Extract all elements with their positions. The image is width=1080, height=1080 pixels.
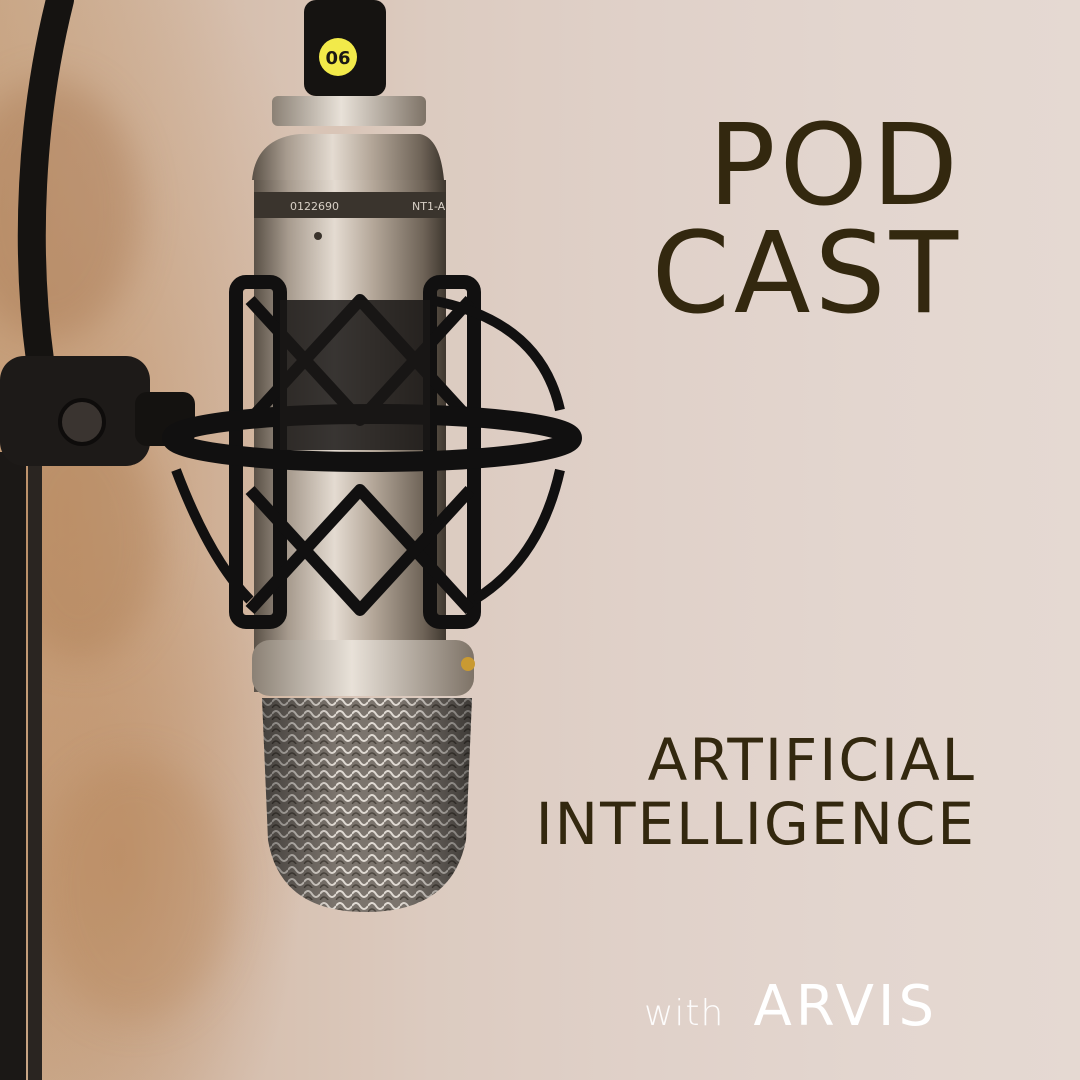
mic-stand-pole [28, 452, 42, 1080]
clamp-knob [58, 398, 106, 446]
label-number: 06 [325, 48, 350, 69]
host-name: ARVIS [753, 974, 938, 1039]
grille-shade [262, 698, 472, 912]
host-byline: with ARVIS [644, 974, 938, 1039]
model-number: NT1-A [412, 200, 446, 213]
indicator-dot [461, 657, 475, 671]
microphone-icon: 06 0122690 NT1-A [0, 0, 582, 1080]
title-line-1: POD [708, 101, 962, 231]
mic-top-cap [272, 96, 426, 126]
topic-line-2: INTELLIGENCE [535, 790, 976, 858]
topic-line-1: ARTIFICIAL [647, 726, 976, 794]
byline-prefix: with [643, 993, 725, 1034]
mic-stand-icon [0, 452, 26, 1080]
mic-collar [252, 640, 474, 696]
podcast-cover: 06 0122690 NT1-A POD CAST ARTIFICIAL INT… [0, 0, 1080, 1080]
episode-topic: ARTIFICIAL INTELLIGENCE [536, 728, 976, 856]
serial-number: 0122690 [290, 200, 339, 213]
body-screw [314, 232, 322, 240]
cable [17, 0, 74, 374]
title-line-2: CAST [651, 209, 962, 339]
mount-cradle [280, 300, 430, 450]
mic-shoulder [252, 134, 444, 180]
podcast-title: POD CAST [651, 101, 962, 339]
